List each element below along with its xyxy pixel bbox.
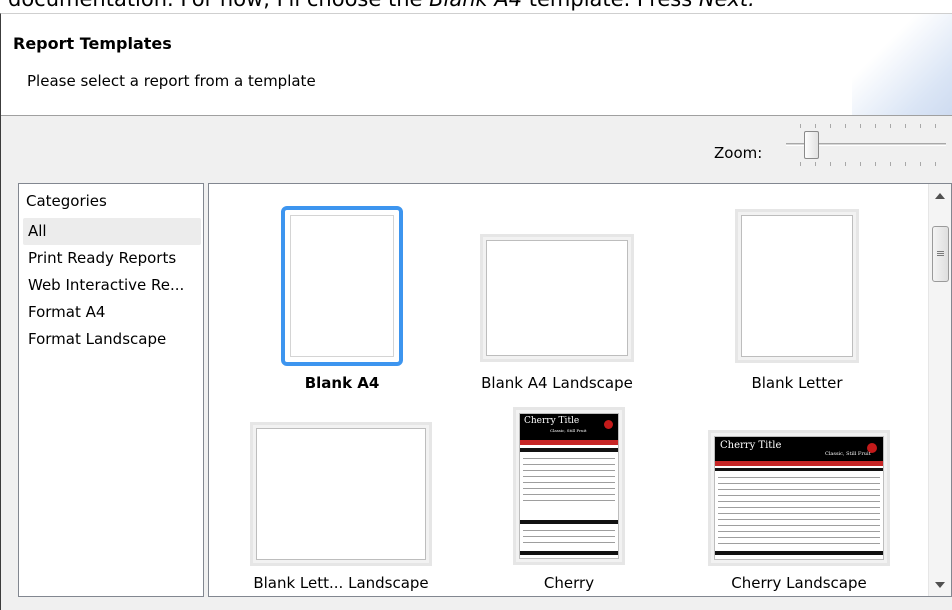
cherry-row: [523, 500, 615, 501]
header-banner-graphic: [852, 14, 952, 115]
cherry-row: [523, 542, 615, 543]
cherry-footer-bar: [520, 551, 618, 555]
template-blank-a4-thumbnail[interactable]: [281, 206, 403, 366]
cherry-landscape-header: Cherry Title Classic, Still Fruit: [715, 437, 883, 461]
cherry-section-bar: [520, 448, 618, 452]
cherry-landscape-row: [718, 489, 880, 490]
document-caption: documentation. For now, I'll choose the …: [8, 0, 755, 12]
cherry-row: [523, 488, 615, 489]
zoom-ticks-bottom: [800, 162, 946, 166]
categories-panel: Categories All Print Ready Reports Web I…: [18, 183, 204, 597]
zoom-label: Zoom:: [714, 144, 763, 162]
template-blank-a4-landscape-thumbnail[interactable]: [486, 240, 628, 356]
cherry-landscape-row: [718, 477, 880, 478]
caption-text-middle: template. Press: [522, 0, 699, 11]
dialog-subtitle: Please select a report from a template: [27, 72, 316, 90]
cherry-row: [523, 476, 615, 477]
cherry-row: [523, 470, 615, 471]
cherry-row: [523, 536, 615, 537]
categories-header: Categories: [26, 192, 107, 210]
cherry-row: [523, 494, 615, 495]
category-item-format-landscape[interactable]: Format Landscape: [23, 326, 201, 353]
cherry-row: [523, 530, 615, 531]
category-item-all[interactable]: All: [23, 218, 201, 245]
template-cherry-landscape-thumbnail[interactable]: Cherry Title Classic, Still Fruit: [714, 436, 884, 560]
dialog-title: Report Templates: [13, 34, 172, 53]
template-blank-letter-landscape-thumbnail[interactable]: [256, 428, 426, 560]
cherry-landscape-row: [718, 525, 880, 526]
caption-emphasis: Blank A4: [429, 0, 522, 11]
zoom-slider[interactable]: [786, 122, 946, 168]
cherry-landscape-section-bar: [715, 468, 883, 471]
cherry-header: Cherry Title Classic, Still Fruit: [520, 414, 618, 440]
cherry-landscape-row: [718, 513, 880, 514]
cherry-red-bar: [520, 440, 618, 445]
template-blank-a4-label[interactable]: Blank A4: [272, 374, 412, 392]
template-blank-a4-landscape-label[interactable]: Blank A4 Landscape: [472, 374, 642, 392]
page-preview: [290, 215, 394, 357]
caption-text: documentation. For now, I'll choose the: [8, 0, 429, 11]
templates-scrollbar[interactable]: [928, 184, 951, 596]
cherry-landscape-icon: [867, 443, 877, 453]
cherry-title-text: Cherry Title: [524, 416, 580, 426]
zoom-slider-thumb[interactable]: [804, 131, 819, 159]
category-item-web-interactive[interactable]: Web Interactive Re...: [23, 272, 201, 299]
dialog-header: Report Templates Please select a report …: [1, 14, 952, 116]
template-blank-letter-label[interactable]: Blank Letter: [727, 374, 867, 392]
cherry-landscape-row: [718, 531, 880, 532]
cherry-landscape-row: [718, 537, 880, 538]
template-cherry-label[interactable]: Cherry: [499, 574, 639, 592]
scrollbar-grip-icon: [937, 251, 944, 257]
cherry-subtitle-text: Classic, Still Fruit: [550, 428, 587, 433]
template-blank-letter-thumbnail[interactable]: [741, 215, 853, 357]
scroll-up-arrow-icon[interactable]: [935, 193, 945, 199]
zoom-ticks-top: [800, 124, 946, 128]
template-cherry-thumbnail[interactable]: Cherry Title Classic, Still Fruit: [519, 413, 619, 559]
cherry-icon: [604, 420, 613, 429]
cherry-landscape-row: [718, 519, 880, 520]
cherry-landscape-title-text: Cherry Title: [720, 440, 782, 451]
scrollbar-thumb[interactable]: [932, 226, 949, 282]
cherry-row: [523, 464, 615, 465]
cherry-landscape-row: [718, 495, 880, 496]
cherry-landscape-row: [718, 483, 880, 484]
cherry-landscape-row: [718, 543, 880, 544]
cherry-row: [523, 458, 615, 459]
caption-emphasis-next: Next.: [699, 0, 755, 11]
cherry-landscape-subtitle-text: Classic, Still Fruit: [825, 451, 871, 457]
cherry-landscape-row: [718, 501, 880, 502]
template-cherry-landscape-label[interactable]: Cherry Landscape: [714, 574, 884, 592]
cherry-section-bar: [520, 520, 618, 524]
category-item-print-ready[interactable]: Print Ready Reports: [23, 245, 201, 272]
template-blank-letter-landscape-label[interactable]: Blank Lett... Landscape: [241, 574, 441, 592]
category-item-format-a4[interactable]: Format A4: [23, 299, 201, 326]
templates-gallery: Blank A4 Blank A4 Landscape Blank Letter…: [208, 183, 952, 597]
cherry-row: [523, 482, 615, 483]
cherry-landscape-row: [718, 507, 880, 508]
cherry-landscape-footer-bar: [715, 551, 883, 555]
scroll-down-arrow-icon[interactable]: [935, 582, 945, 588]
cherry-landscape-red-bar: [715, 461, 883, 466]
